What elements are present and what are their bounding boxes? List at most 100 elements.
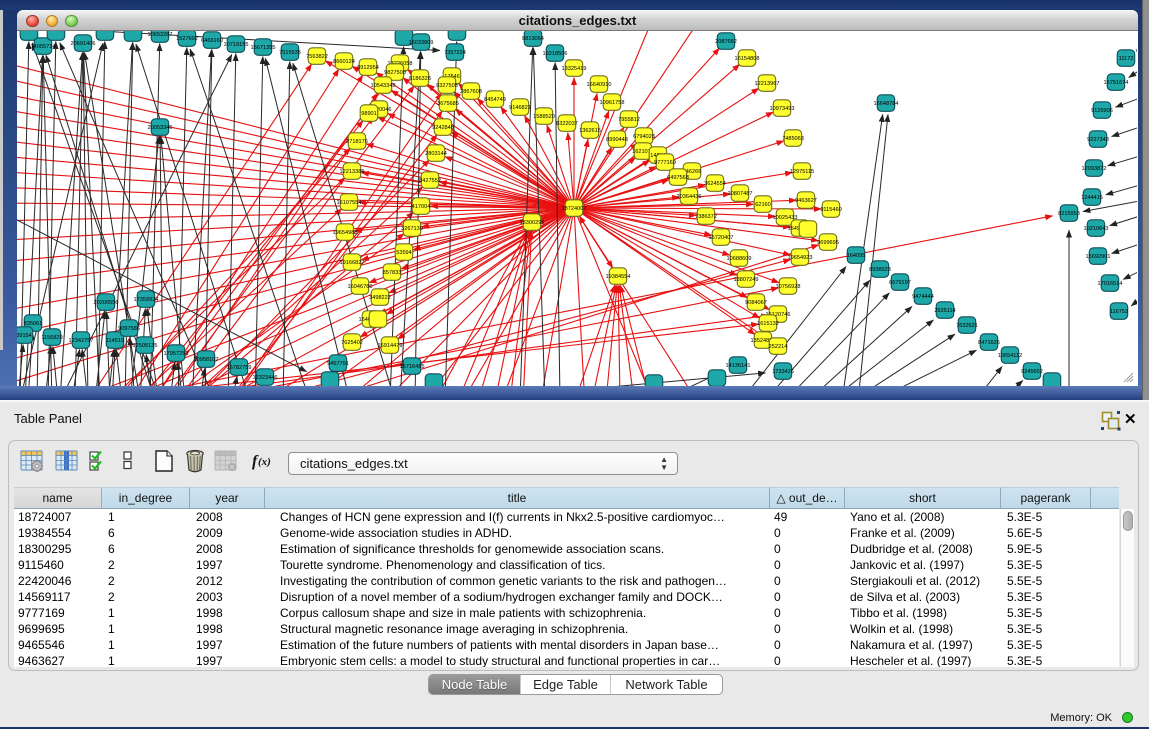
svg-text:16648784: 16648784 [874,101,899,107]
svg-text:98901: 98901 [361,111,377,117]
svg-text:2087682: 2087682 [715,39,737,45]
svg-text:8427552: 8427552 [419,178,441,184]
svg-text:10543342: 10543342 [371,83,396,89]
svg-text:9115460: 9115460 [820,207,841,213]
svg-text:18724007: 18724007 [562,206,587,212]
svg-text:10958107: 10958107 [194,357,219,363]
svg-text:9827500: 9827500 [384,70,406,76]
svg-text:417004: 417004 [412,204,431,210]
svg-text:6466160: 6466160 [201,38,223,44]
svg-text:15751674: 15751674 [1104,80,1129,86]
svg-text:12505135: 12505135 [133,343,158,349]
svg-text:8813054: 8813054 [522,36,544,42]
svg-text:14136141: 14136141 [726,363,751,369]
svg-text:19654923: 19654923 [788,255,813,261]
svg-text:1615132: 1615132 [757,321,779,327]
svg-text:10653287: 10653287 [148,32,173,38]
svg-text:9146821: 9146821 [509,105,531,111]
svg-text:12213389: 12213389 [340,169,365,175]
svg-text:1527602: 1527602 [176,36,198,42]
svg-text:10210643: 10210643 [1084,226,1109,232]
svg-text:252214: 252214 [769,344,788,350]
svg-text:9227343: 9227343 [1087,137,1109,143]
svg-text:164095: 164095 [847,253,866,259]
svg-text:15716485: 15716485 [400,364,425,370]
svg-text:62160: 62160 [755,202,771,208]
svg-text:2803144: 2803144 [425,151,447,157]
svg-text:1156829: 1156829 [41,335,62,341]
svg-text:8912954: 8912954 [357,65,379,71]
svg-text:9242848: 9242848 [432,125,454,131]
svg-text:3267130: 3267130 [401,226,423,232]
svg-text:3498222: 3498222 [369,295,391,301]
svg-text:3675685: 3675685 [437,101,459,107]
svg-text:1588520: 1588520 [533,114,555,120]
svg-text:7357224: 7357224 [444,50,466,56]
svg-text:19218506: 19218506 [543,51,568,57]
svg-text:8471626: 8471626 [978,340,1000,346]
svg-text:10973493: 10973493 [770,106,795,112]
svg-text:12975115: 12975115 [790,169,814,175]
svg-text:14055714: 14055714 [31,44,56,50]
svg-text:3624554: 3624554 [704,181,726,187]
svg-text:9463627: 9463627 [795,198,817,204]
svg-text:16782759: 16782759 [227,365,252,371]
svg-text:(x): (x) [258,456,271,468]
svg-text:8990448: 8990448 [606,137,628,143]
svg-text:15720407: 15720407 [709,235,734,241]
svg-text:9777169: 9777169 [654,160,676,166]
svg-text:16640910: 16640910 [587,82,612,88]
svg-text:15692901: 15692901 [1086,254,1111,260]
svg-text:16046786: 16046786 [348,284,373,290]
svg-text:9129906: 9129906 [1091,108,1113,114]
svg-text:8186328: 8186328 [409,76,431,82]
svg-text:17016514: 17016514 [1098,281,1123,287]
svg-text:20691406: 20691406 [71,41,96,47]
svg-text:7563822: 7563822 [306,54,328,60]
svg-text:9327505: 9327505 [436,83,458,89]
svg-text:16671355: 16671355 [251,45,276,51]
svg-text:12342757: 12342757 [69,338,94,344]
svg-text:20053346: 20053346 [148,125,173,131]
svg-text:7632621: 7632621 [956,323,978,329]
svg-text:20364436: 20364436 [677,194,702,200]
svg-text:857833: 857833 [383,270,402,276]
svg-text:7955812: 7955812 [618,117,640,123]
svg-text:114519: 114519 [106,338,124,344]
svg-text:2935114: 2935114 [934,308,955,314]
svg-text:8215953: 8215953 [1058,211,1080,217]
svg-text:16033809: 16033809 [409,40,434,46]
svg-text:9084067: 9084067 [745,300,767,306]
svg-text:7515535: 7515535 [279,50,301,56]
svg-text:12093872: 12093872 [1082,166,1107,172]
svg-text:12323446: 12323446 [253,375,278,381]
svg-text:12213967: 12213967 [755,81,780,87]
svg-text:6679197: 6679197 [889,280,911,286]
svg-text:20206556: 20206556 [94,300,119,306]
svg-text:17957253: 17957253 [164,351,189,357]
svg-text:2718176: 2718176 [346,139,368,145]
svg-text:18807249: 18807249 [734,277,759,283]
svg-text:2867608: 2867608 [460,89,482,95]
svg-text:8322037: 8322037 [556,121,578,127]
svg-text:7625402: 7625402 [341,340,363,346]
svg-text:8938923: 8938923 [869,267,891,273]
svg-text:10654112: 10654112 [998,353,1022,359]
svg-text:8454749: 8454749 [484,97,506,103]
svg-text:8660124: 8660124 [333,59,355,65]
svg-text:9474444: 9474444 [912,294,934,300]
svg-text:10688609: 10688609 [727,256,752,262]
svg-text:1733426: 1733426 [772,369,794,375]
svg-text:9457791: 9457791 [327,361,349,367]
svg-text:10807487: 10807487 [728,191,753,197]
svg-text:9097586: 9097586 [118,326,140,332]
svg-text:39154: 39154 [17,333,32,339]
svg-text:19654983: 19654983 [333,230,358,236]
svg-text:53594: 53594 [396,250,412,256]
svg-text:9699695: 9699695 [817,240,839,246]
svg-text:18300295: 18300295 [520,220,545,226]
svg-text:19166827: 19166827 [340,260,365,266]
svg-text:9245652: 9245652 [1021,369,1043,375]
svg-text:1362615: 1362615 [579,128,601,134]
svg-text:7485063: 7485063 [782,136,804,142]
